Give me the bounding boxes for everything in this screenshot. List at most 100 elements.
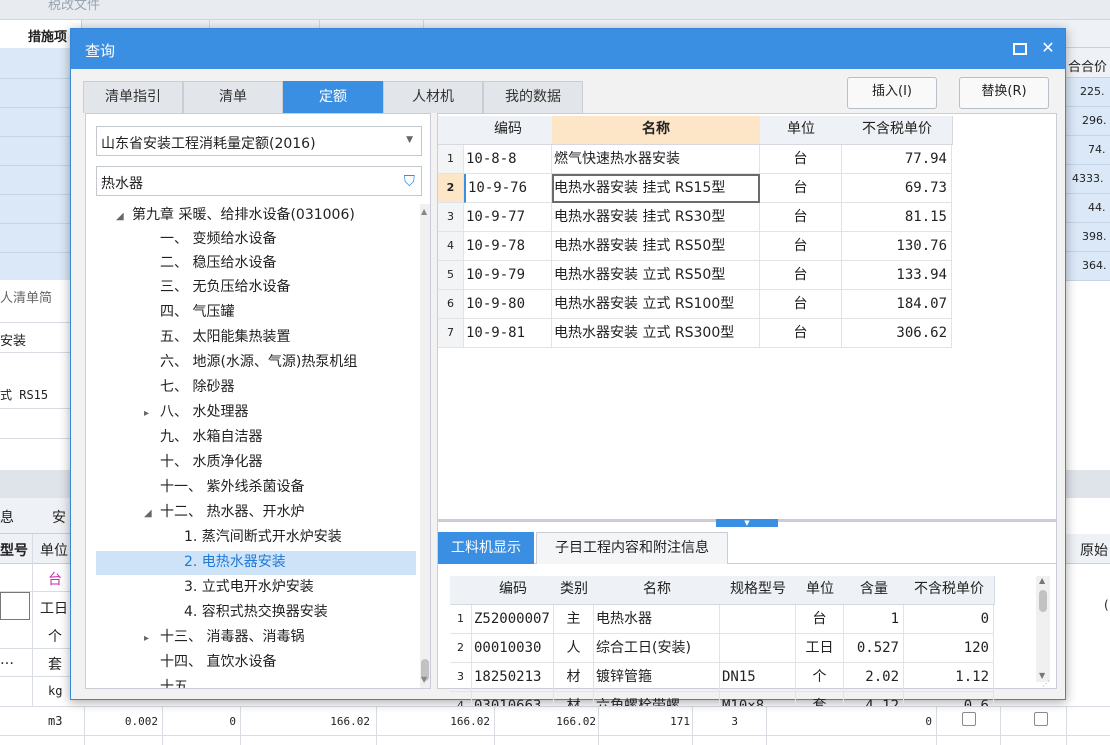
table-row[interactable]: 3 10-9-77 电热水器安装 挂式 RS30型 台 81.15 [438, 203, 952, 232]
divider [1066, 706, 1067, 745]
tree-node[interactable]: 十五、 ... [160, 676, 220, 688]
app-bottom-tab[interactable]: 安 [52, 507, 66, 527]
row-unit: 台 [760, 145, 842, 174]
scroll-up-icon[interactable]: ▲ [421, 208, 429, 216]
tree-node[interactable]: 4. 容积式热交换器安装 [184, 601, 328, 625]
sub-header-name[interactable]: 名称 [594, 576, 721, 605]
table-row[interactable]: 5 10-9-79 电热水器安装 立式 RS50型 台 133.94 [438, 261, 952, 290]
grid-header-code[interactable]: 编码 [464, 116, 553, 145]
tree-node[interactable]: ◢ 第九章 采暖、给排水设备(031006) [116, 204, 355, 228]
tree-node[interactable]: 十四、 直饮水设备 [160, 651, 276, 675]
app-left-text: 人清单简 [0, 291, 53, 306]
row-name: 燃气快速热水器安装 [552, 145, 760, 174]
tree-node[interactable]: 六、 地源(水源、气源)热泵机组 [160, 351, 357, 375]
row-price: 1.12 [904, 663, 994, 692]
tree-node[interactable]: 四、 气压罐 [160, 301, 234, 325]
row-checkbox[interactable] [1034, 712, 1048, 726]
chapter-tree: ◢ 第九章 采暖、给排水设备(031006) 一、 变频给水设备 二、 稳压给水设… [86, 204, 420, 688]
tree-node-label: 十四、 直饮水设备 [160, 654, 277, 670]
tree-node[interactable]: ▸ 十三、 消毒器、消毒锅 [144, 626, 304, 650]
replace-button[interactable]: 替换(R) [959, 77, 1049, 109]
sub-header-unit[interactable]: 单位 [796, 576, 845, 605]
sub-header-category[interactable]: 类别 [554, 576, 595, 605]
tab-my-data[interactable]: 我的数据 [483, 81, 583, 113]
app-bottom-edit-cell[interactable] [0, 592, 30, 620]
tree-node[interactable]: 三、 无负压给水设备 [160, 276, 290, 300]
quota-library-select[interactable]: 山东省安装工程消耗量定额(2016) ▼ [96, 126, 422, 156]
tree-node[interactable]: 一、 变频给水设备 [160, 228, 276, 252]
sub-grid-scrollbar[interactable]: ▲ ▼ [1036, 576, 1050, 682]
table-row-selected[interactable]: 2 10-9-76 电热水器安装 挂式 RS15型 台 69.73 [438, 174, 952, 203]
tree-node[interactable]: 七、 除砂器 [160, 376, 234, 400]
tree-node[interactable]: 十一、 紫外线杀菌设备 [160, 476, 304, 500]
collapse-triangle-icon[interactable]: ◢ [144, 503, 160, 525]
sub-header-quantity[interactable]: 含量 [844, 576, 905, 605]
table-row[interactable]: 1 10-8-8 燃气快速热水器安装 台 77.94 [438, 145, 952, 174]
splitter-toggle-icon[interactable]: ▼ [716, 519, 778, 527]
tree-node[interactable]: 十、 水质净化器 [160, 451, 262, 475]
row-unit: 工日 [796, 634, 844, 663]
tree-node-label: 七、 除砂器 [160, 379, 235, 395]
divider [0, 352, 70, 353]
table-row[interactable]: 4 10-9-78 电热水器安装 挂式 RS50型 台 130.76 [438, 232, 952, 261]
row-spec: M10×8… [720, 692, 796, 706]
row-name: 电热水器安装 挂式 RS30型 [552, 203, 760, 232]
table-row[interactable]: 6 10-9-80 电热水器安装 立式 RS100型 台 184.07 [438, 290, 952, 319]
collapse-triangle-icon[interactable]: ◢ [116, 206, 132, 228]
tab-quota[interactable]: 定额 [283, 81, 383, 113]
row-checkbox[interactable] [962, 712, 976, 726]
sub-header-code[interactable]: 编码 [472, 576, 555, 605]
dialog-titlebar[interactable]: 查询 ✕ [71, 29, 1065, 69]
tree-node[interactable]: ▸ 八、 水处理器 [144, 401, 248, 425]
maximize-icon[interactable] [1009, 37, 1031, 59]
scroll-up-icon[interactable]: ▲ [1039, 577, 1047, 585]
row-code: 10-9-78 [464, 232, 552, 261]
tab-list[interactable]: 清单 [183, 81, 283, 113]
row-index: 1 [438, 145, 464, 174]
tree-scrollbar[interactable]: ▲ ▼ [420, 204, 430, 688]
search-input[interactable]: 热水器 ⛉ [96, 166, 422, 196]
tree-node-selected[interactable]: 2. 电热水器安装 [96, 551, 416, 575]
app-bottom-unit: 台 [48, 572, 62, 588]
table-row[interactable]: 7 10-9-81 电热水器安装 立式 RS300型 台 306.62 [438, 319, 952, 348]
tree-node[interactable]: 1. 蒸汽间断式开水炉安装 [184, 526, 342, 550]
row-price: 184.07 [842, 290, 952, 319]
table-row[interactable]: 3 18250213 材 镀锌管箍 DN15 个 2.02 1.12 [450, 663, 1024, 692]
tree-node[interactable]: ◢ 十二、 热水器、开水炉 [144, 501, 304, 525]
expand-triangle-icon[interactable]: ▸ [144, 628, 160, 650]
sub-header-spec[interactable]: 规格型号 [720, 576, 797, 605]
tree-node[interactable]: 九、 水箱自洁器 [160, 426, 262, 450]
table-row[interactable]: 1 Z52000007 主 电热水器 台 1 0 [450, 605, 1024, 634]
app-bottom-unit: 工日 [40, 601, 68, 617]
row-name: 电热水器 [594, 605, 720, 634]
grid-header-unit[interactable]: 单位 [760, 116, 843, 145]
row-code: 10-9-81 [464, 319, 552, 348]
chevron-down-icon[interactable]: ▼ [406, 135, 413, 145]
app-right-value: 44. [1066, 194, 1110, 223]
tree-node[interactable]: 二、 稳压给水设备 [160, 252, 276, 276]
resize-grip-icon[interactable]: ⋰ [1042, 679, 1054, 689]
table-row[interactable]: 2 00010030 人 综合工日(安装) 工日 0.527 120 [450, 634, 1024, 663]
row-category: 主 [554, 605, 594, 634]
tree-node[interactable]: 五、 太阳能集热装置 [160, 326, 290, 350]
tab-work-content-notes[interactable]: 子目工程内容和附注信息 [536, 532, 728, 564]
search-icon[interactable]: ⛉ [404, 172, 415, 190]
tab-labor-material-display[interactable]: 工料机显示 [438, 532, 534, 564]
app-bottom-tab[interactable]: 息 [0, 507, 14, 527]
grid-header-name[interactable]: 名称 [552, 116, 761, 145]
scrollbar-thumb[interactable] [1039, 590, 1047, 612]
row-index: 1 [450, 605, 472, 634]
grid-header-price[interactable]: 不含税单价 [842, 116, 953, 145]
tab-labor-material-machine[interactable]: 人材机 [383, 81, 483, 113]
sub-header-price[interactable]: 不含税单价 [904, 576, 995, 605]
divider [0, 408, 70, 409]
insert-button[interactable]: 插入(I) [847, 77, 937, 109]
close-icon[interactable]: ✕ [1037, 37, 1059, 59]
expand-triangle-icon[interactable]: ▸ [144, 403, 160, 425]
scroll-down-icon[interactable]: ▼ [421, 676, 429, 684]
tab-list-guide[interactable]: 清单指引 [83, 81, 183, 113]
divider [1000, 706, 1001, 745]
tree-node[interactable]: 3. 立式电开水炉安装 [184, 576, 314, 600]
table-row-partial[interactable]: 4 03010663 材 六角螺栓带螺… M10×8… 套 4.12 0.6 [450, 692, 1024, 706]
app-bottom-row [0, 564, 80, 592]
